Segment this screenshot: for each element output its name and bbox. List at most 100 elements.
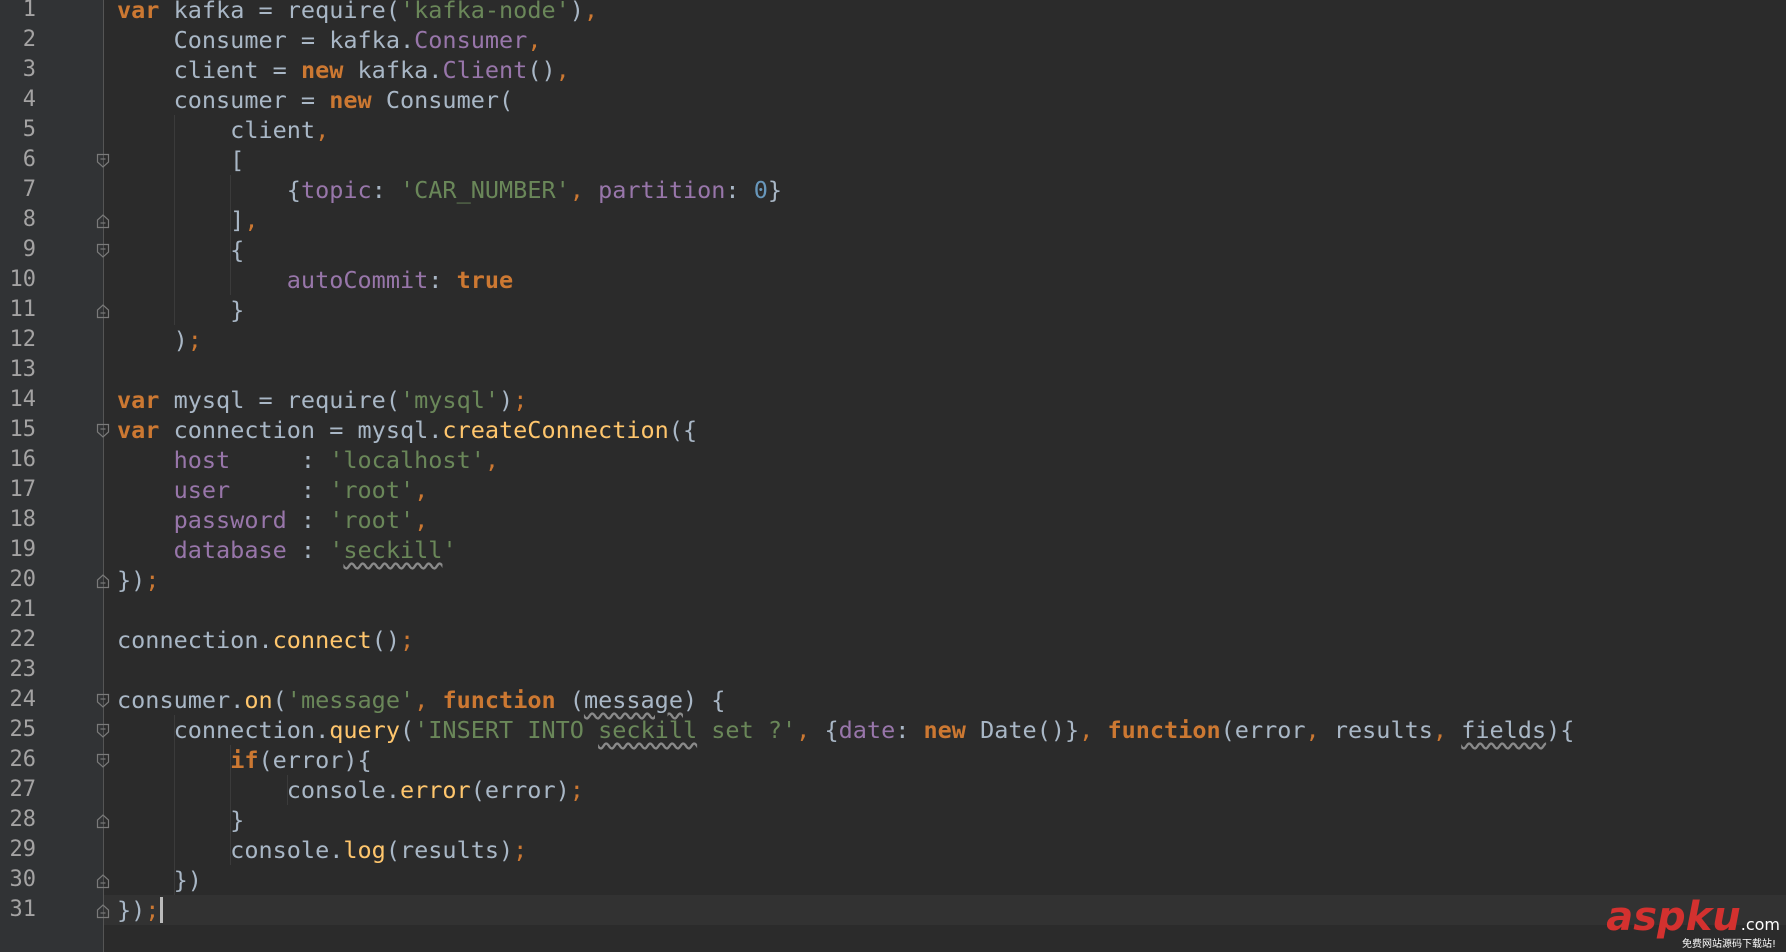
code-line[interactable]: 15 var connection = mysql.createConnectio… <box>0 415 1786 445</box>
code-line[interactable]: 25 connection.query('INSERT INTO seckill… <box>0 715 1786 745</box>
code-line[interactable]: 19 database : 'seckill' <box>0 535 1786 565</box>
code-line[interactable]: 27 console.error(error); <box>0 775 1786 805</box>
code-text: client = new kafka.Client(), <box>117 56 570 84</box>
code-text: console.error(error); <box>117 776 584 804</box>
fold-close-icon[interactable] <box>96 873 110 889</box>
text-cursor <box>160 897 164 923</box>
code-line[interactable]: 20}); <box>0 565 1786 595</box>
fold-open-icon[interactable] <box>96 723 110 739</box>
code-line[interactable]: 23 <box>0 655 1786 685</box>
code-line[interactable]: 17 user : 'root', <box>0 475 1786 505</box>
line-number: 12 <box>9 327 37 352</box>
line-number: 25 <box>9 717 37 742</box>
code-line[interactable]: 4 consumer = new Consumer( <box>0 85 1786 115</box>
code-text: var connection = mysql.createConnection(… <box>117 416 698 444</box>
code-text: { <box>117 236 245 264</box>
line-number: 2 <box>22 27 36 52</box>
code-line[interactable]: 13 <box>0 355 1786 385</box>
line-number: 6 <box>22 147 36 172</box>
line-number: 13 <box>9 357 37 382</box>
watermark-logo: aspku.com 免费网站源码下载站! <box>1606 894 1780 950</box>
code-text: consumer.on('message', function (message… <box>117 686 726 714</box>
code-line[interactable]: 7 {topic: 'CAR_NUMBER', partition: 0} <box>0 175 1786 205</box>
code-line[interactable]: 29 console.log(results); <box>0 835 1786 865</box>
line-number: 28 <box>9 807 37 832</box>
line-number: 14 <box>9 387 37 412</box>
code-text: consumer = new Consumer( <box>117 86 514 114</box>
code-text: } <box>117 806 245 834</box>
line-number: 21 <box>9 597 37 622</box>
code-text: client, <box>117 116 330 144</box>
code-text: } <box>117 296 245 324</box>
line-number: 23 <box>9 657 37 682</box>
code-text: database : 'seckill' <box>173 536 457 564</box>
line-number: 19 <box>9 537 37 562</box>
line-number: 11 <box>9 297 37 322</box>
fold-open-icon[interactable] <box>96 693 110 709</box>
line-number: 8 <box>22 207 36 232</box>
line-number: 22 <box>9 627 37 652</box>
code-text: var mysql = require('mysql'); <box>117 386 528 414</box>
code-line[interactable]: 11 } <box>0 295 1786 325</box>
code-editor[interactable]: 1 var kafka = require('kafka-node'), 2 Con… <box>0 0 1786 952</box>
code-line[interactable]: 24 consumer.on('message', function (messa… <box>0 685 1786 715</box>
code-line[interactable]: 31}); <box>0 895 1786 925</box>
code-line[interactable]: 6 [ <box>0 145 1786 175</box>
code-line[interactable]: 18 password : 'root', <box>0 505 1786 535</box>
code-line[interactable]: 22 connection.connect(); <box>0 625 1786 655</box>
code-line[interactable]: 9 { <box>0 235 1786 265</box>
watermark-domain: .com <box>1740 915 1780 934</box>
code-text: var kafka = require('kafka-node'), <box>117 0 599 24</box>
code-line[interactable]: 5 client, <box>0 115 1786 145</box>
fold-open-icon[interactable] <box>96 753 110 769</box>
line-number: 24 <box>9 687 37 712</box>
code-text: [ <box>117 146 245 174</box>
line-number: 7 <box>22 177 36 202</box>
fold-close-icon[interactable] <box>96 213 110 229</box>
code-text: ], <box>117 206 259 234</box>
code-line[interactable]: 1 var kafka = require('kafka-node'), <box>0 0 1786 25</box>
fold-close-icon[interactable] <box>96 903 110 919</box>
line-number: 5 <box>22 117 36 142</box>
watermark-brand-b: ku <box>1685 894 1741 940</box>
code-text: autoCommit: true <box>286 266 514 294</box>
code-line[interactable]: 10 autoCommit: true <box>0 265 1786 295</box>
code-text: connection.query('INSERT INTO seckill se… <box>117 716 1575 744</box>
watermark-brand-a: asp <box>1606 894 1686 940</box>
fold-open-icon[interactable] <box>96 243 110 259</box>
code-line[interactable]: 26 if(error){ <box>0 745 1786 775</box>
code-text: }) <box>117 866 202 894</box>
code-line[interactable]: 21 <box>0 595 1786 625</box>
code-line[interactable]: 16 host : 'localhost', <box>0 445 1786 475</box>
code-text: password : 'root', <box>173 506 429 534</box>
fold-close-icon[interactable] <box>96 303 110 319</box>
fold-close-icon[interactable] <box>96 813 110 829</box>
code-text: ); <box>117 326 202 354</box>
line-number: 3 <box>22 57 36 82</box>
code-line[interactable]: 14 var mysql = require('mysql'); <box>0 385 1786 415</box>
code-line[interactable]: 12 ); <box>0 325 1786 355</box>
line-number: 1 <box>22 0 36 22</box>
line-number: 15 <box>9 417 37 442</box>
line-number: 16 <box>9 447 37 472</box>
line-number: 20 <box>9 567 37 592</box>
code-line[interactable]: 3 client = new kafka.Client(), <box>0 55 1786 85</box>
code-text: if(error){ <box>230 746 372 774</box>
code-text: console.log(results); <box>117 836 528 864</box>
code-text: }); <box>117 896 160 924</box>
line-number: 31 <box>9 897 37 922</box>
code-text: user : 'root', <box>173 476 429 504</box>
line-number: 10 <box>9 267 37 292</box>
line-number: 9 <box>22 237 36 262</box>
fold-open-icon[interactable] <box>96 153 110 169</box>
code-line[interactable]: 30 }) <box>0 865 1786 895</box>
fold-open-icon[interactable] <box>96 423 110 439</box>
code-line[interactable]: 2 Consumer = kafka.Consumer, <box>0 25 1786 55</box>
code-line[interactable]: 28 } <box>0 805 1786 835</box>
line-number: 27 <box>9 777 37 802</box>
line-number: 4 <box>22 87 36 112</box>
code-line[interactable]: 8 ], <box>0 205 1786 235</box>
fold-close-icon[interactable] <box>96 573 110 589</box>
line-number: 26 <box>9 747 37 772</box>
line-number: 18 <box>9 507 37 532</box>
